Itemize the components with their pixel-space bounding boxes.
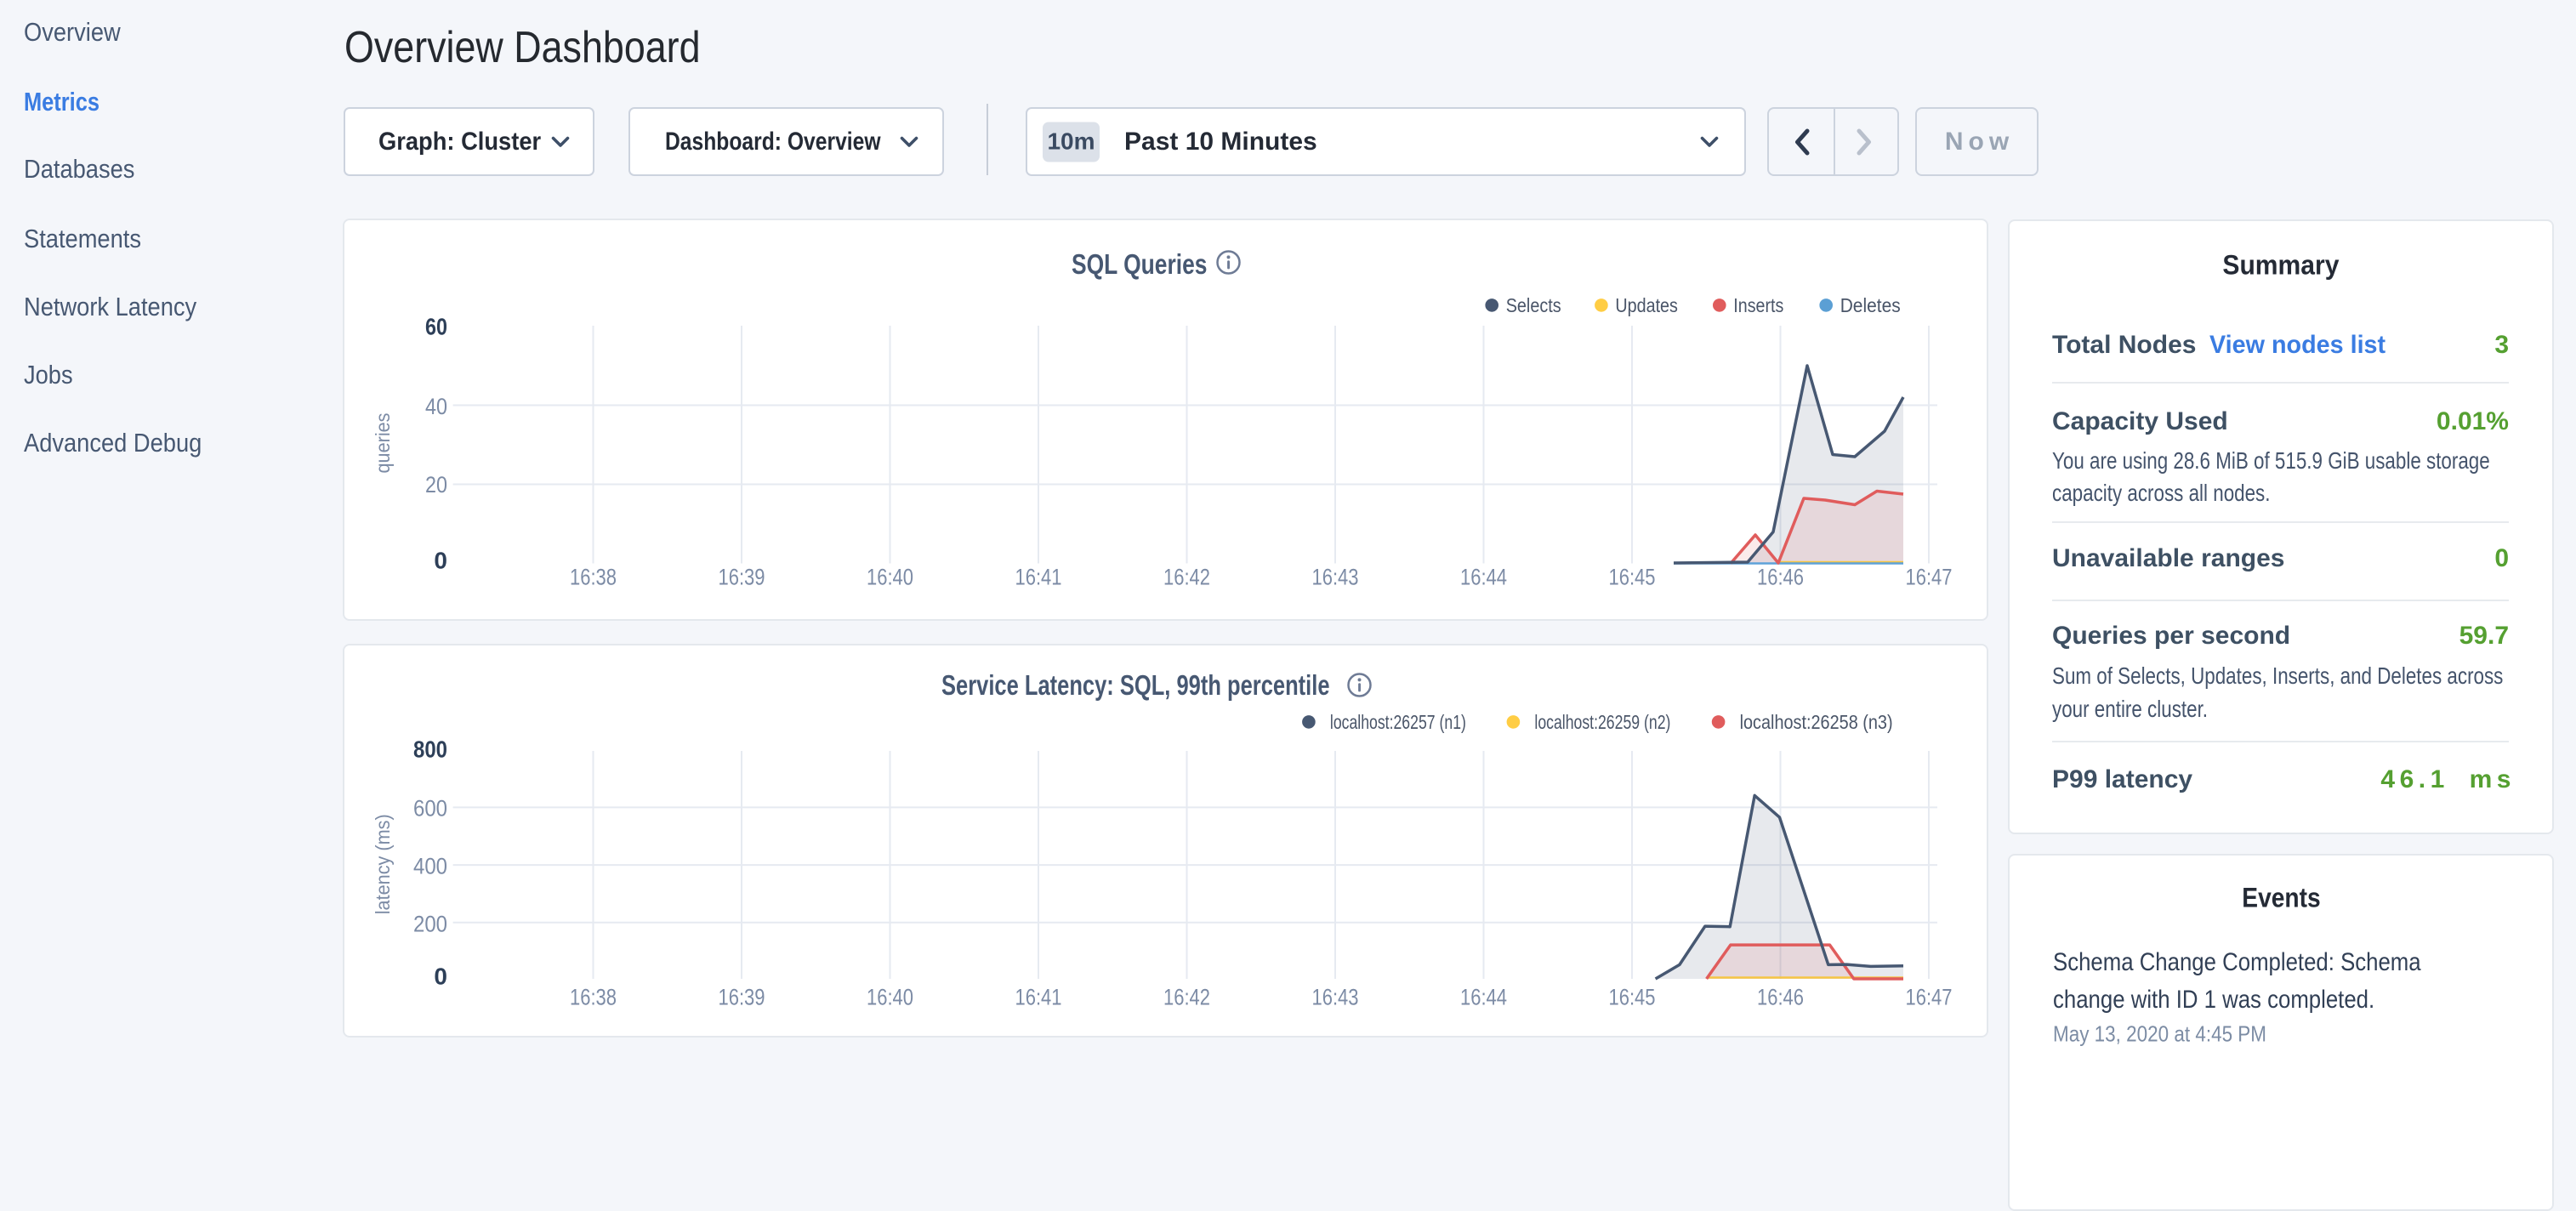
svg-text:16:38: 16:38 bbox=[570, 565, 617, 590]
svg-text:60: 60 bbox=[425, 314, 447, 340]
svg-text:16:45: 16:45 bbox=[1609, 984, 1656, 1009]
svg-text:40: 40 bbox=[425, 394, 447, 419]
svg-text:0: 0 bbox=[434, 548, 447, 574]
svg-text:600: 600 bbox=[413, 796, 447, 822]
svg-text:16:42: 16:42 bbox=[1163, 565, 1210, 590]
svg-text:20: 20 bbox=[425, 472, 447, 497]
svg-text:16:39: 16:39 bbox=[719, 984, 765, 1009]
svg-text:0: 0 bbox=[434, 964, 447, 990]
svg-text:400: 400 bbox=[413, 854, 447, 879]
svg-text:Selects: Selects bbox=[1506, 294, 1561, 316]
svg-text:200: 200 bbox=[413, 911, 447, 936]
svg-text:16:45: 16:45 bbox=[1609, 565, 1656, 590]
svg-text:localhost:26257 (n1): localhost:26257 (n1) bbox=[1330, 711, 1466, 733]
svg-text:Updates: Updates bbox=[1615, 294, 1678, 316]
svg-text:16:42: 16:42 bbox=[1163, 984, 1210, 1009]
svg-text:queries: queries bbox=[372, 413, 394, 474]
svg-text:16:41: 16:41 bbox=[1015, 984, 1062, 1009]
svg-text:16:44: 16:44 bbox=[1460, 565, 1507, 590]
svg-text:16:39: 16:39 bbox=[719, 565, 765, 590]
svg-text:localhost:26259 (n2): localhost:26259 (n2) bbox=[1534, 711, 1670, 733]
svg-text:Deletes: Deletes bbox=[1840, 294, 1901, 316]
svg-text:16:47: 16:47 bbox=[1906, 565, 1953, 590]
svg-text:16:41: 16:41 bbox=[1015, 565, 1062, 590]
svg-text:16:43: 16:43 bbox=[1312, 984, 1359, 1009]
svg-text:16:44: 16:44 bbox=[1460, 984, 1507, 1009]
svg-text:16:46: 16:46 bbox=[1757, 984, 1804, 1009]
svg-text:16:40: 16:40 bbox=[867, 565, 913, 590]
svg-text:16:38: 16:38 bbox=[570, 984, 617, 1009]
svg-text:localhost:26258 (n3): localhost:26258 (n3) bbox=[1740, 711, 1893, 733]
svg-text:16:46: 16:46 bbox=[1757, 565, 1804, 590]
svg-text:16:47: 16:47 bbox=[1906, 984, 1953, 1009]
svg-text:latency (ms): latency (ms) bbox=[372, 814, 394, 914]
svg-text:16:43: 16:43 bbox=[1312, 565, 1359, 590]
svg-text:16:40: 16:40 bbox=[867, 984, 913, 1009]
svg-text:800: 800 bbox=[413, 736, 447, 763]
svg-text:Inserts: Inserts bbox=[1733, 294, 1783, 316]
